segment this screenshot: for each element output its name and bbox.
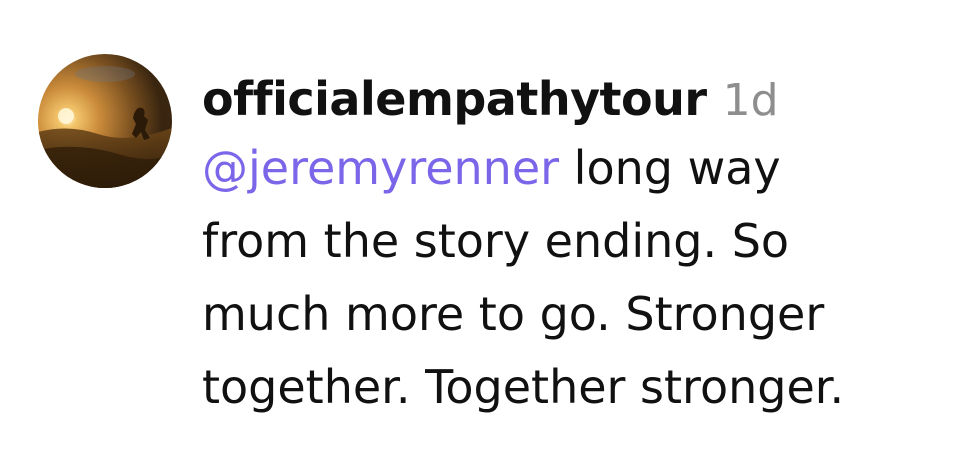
mention-link[interactable]: @jeremyrenner [202, 141, 559, 195]
comment-item: officialempathytour 1d @jeremyrenner lon… [38, 54, 958, 424]
avatar[interactable] [38, 54, 172, 188]
comment-body: officialempathytour 1d @jeremyrenner lon… [202, 70, 942, 424]
comment-header: officialempathytour 1d [202, 70, 942, 132]
comment-timestamp[interactable]: 1d [723, 72, 779, 130]
username-link[interactable]: officialempathytour [202, 70, 707, 128]
avatar-image [38, 54, 172, 188]
comment-text-line-3: much more to go. Stronger [202, 287, 825, 341]
comment-text-line-4: together. Together stronger. [202, 360, 845, 414]
comment-text-line-2: from the story ending. So [202, 214, 790, 268]
comment-text-line-1: long way [559, 141, 781, 195]
comment-text: @jeremyrenner long way from the story en… [202, 132, 942, 424]
